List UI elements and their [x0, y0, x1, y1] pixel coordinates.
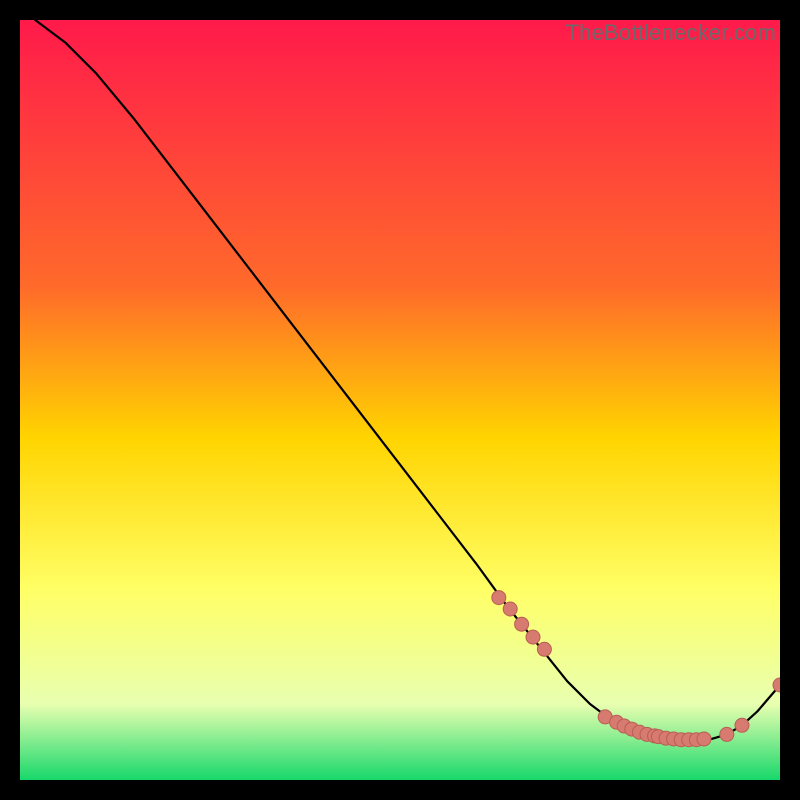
data-marker: [492, 591, 506, 605]
chart-frame: TheBottlenecker.com: [20, 20, 780, 780]
data-marker: [720, 727, 734, 741]
data-marker: [515, 617, 529, 631]
data-marker: [537, 642, 551, 656]
data-marker: [697, 732, 711, 746]
bottleneck-chart: [20, 20, 780, 780]
data-marker: [503, 602, 517, 616]
watermark-text: TheBottlenecker.com: [566, 20, 776, 46]
data-marker: [735, 718, 749, 732]
gradient-background: [20, 20, 780, 780]
data-marker: [526, 630, 540, 644]
